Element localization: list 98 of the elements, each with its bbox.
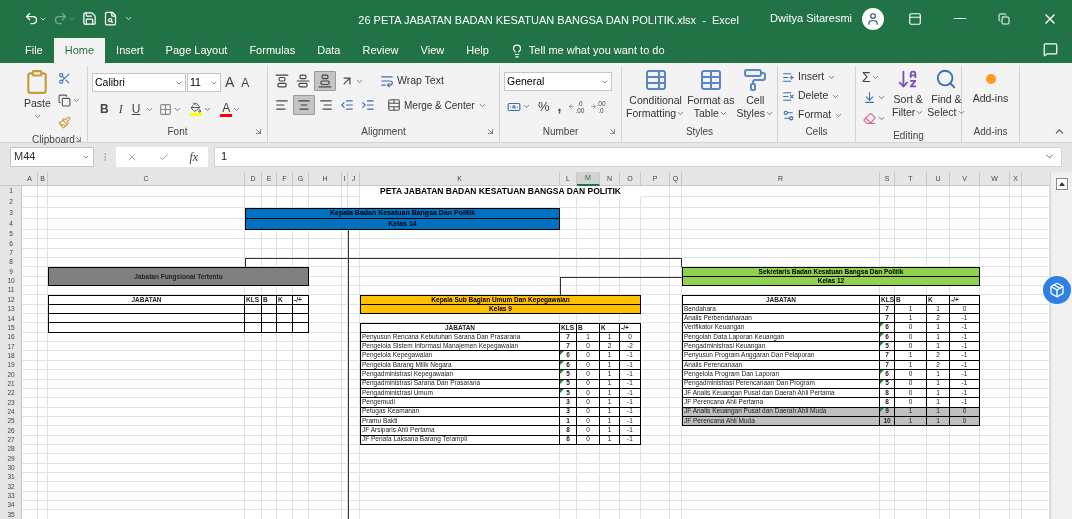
caret-icon bbox=[718, 109, 728, 118]
font-color-button[interactable]: A bbox=[217, 101, 245, 117]
add-ins-button[interactable]: Add-ins bbox=[966, 68, 1015, 107]
merge-cells-icon bbox=[387, 98, 401, 112]
ribbon-tab[interactable]: Formulas bbox=[238, 38, 307, 63]
ribbon-tab[interactable]: Data bbox=[306, 38, 352, 63]
ribbon-tab[interactable]: File bbox=[14, 38, 54, 63]
caret-icon bbox=[676, 109, 686, 118]
sheet-title: PETA JABATAN BADAN KESATUAN BANGSA DAN POLITIK bbox=[360, 186, 641, 197]
avatar-icon[interactable] bbox=[862, 7, 884, 30]
grow-font-button[interactable]: A bbox=[222, 72, 238, 93]
delete-button[interactable]: Delete bbox=[782, 87, 844, 105]
undo-icon bbox=[24, 11, 39, 26]
undo-button[interactable] bbox=[24, 11, 47, 26]
box-icon bbox=[1049, 282, 1065, 298]
group-label: Alignment bbox=[361, 124, 406, 139]
number-format-dropdown[interactable]: General bbox=[504, 72, 612, 91]
ribbon-tab[interactable]: Home bbox=[53, 38, 106, 63]
save-icon bbox=[82, 11, 97, 26]
ribbon-tab[interactable]: View bbox=[409, 38, 456, 63]
underline-button[interactable]: U bbox=[128, 100, 144, 118]
ribbon-tab[interactable]: Insert bbox=[105, 38, 155, 63]
floating-button[interactable] bbox=[1043, 276, 1071, 304]
group-label: Styles bbox=[685, 124, 714, 139]
merge-center-button[interactable]: Merge & Center bbox=[385, 95, 489, 115]
customize-caret-icon[interactable] bbox=[124, 14, 133, 23]
window-title: 26 PETA JABATAN BADAN KESATUAN BANGSA DAN POLITIK.xlsx - Excel bbox=[358, 13, 739, 26]
align-icon bbox=[275, 98, 289, 112]
caret-icon bbox=[522, 102, 531, 111]
indent-icon bbox=[361, 98, 375, 112]
document-search-icon bbox=[103, 11, 118, 26]
group-label: Add-ins bbox=[973, 124, 1008, 139]
bold-button[interactable]: B bbox=[96, 100, 113, 118]
minimize-icon bbox=[954, 17, 966, 20]
caret-icon bbox=[765, 109, 775, 118]
paste-button[interactable]: Paste bbox=[24, 68, 51, 121]
font-family-dropdown[interactable]: Calibri bbox=[92, 73, 186, 92]
dialog-launcher-icon[interactable] bbox=[74, 135, 83, 144]
vertical-align-button[interactable] bbox=[314, 71, 336, 91]
vertical-scrollbar[interactable] bbox=[1050, 172, 1072, 519]
grid-icon bbox=[159, 102, 173, 116]
group-label: Number bbox=[542, 124, 579, 139]
comment-icon[interactable] bbox=[1043, 42, 1058, 57]
comma-button[interactable]: , bbox=[553, 96, 566, 117]
ribbon-display-button[interactable] bbox=[908, 11, 922, 26]
dialog-launcher-icon[interactable] bbox=[608, 126, 617, 136]
arrow-icon bbox=[589, 103, 597, 110]
group-label: Cells bbox=[805, 125, 828, 139]
conditional-formatting-button[interactable]: Conditional Formatting bbox=[626, 68, 686, 120]
format-as-table-button[interactable]: Format as Table bbox=[687, 68, 735, 120]
italic-button[interactable]: I bbox=[114, 100, 127, 118]
align-icon bbox=[318, 74, 332, 88]
copy-icon bbox=[57, 93, 71, 107]
restore-button[interactable] bbox=[998, 12, 1010, 25]
search-icon bbox=[935, 68, 958, 90]
formula-field[interactable]: 1 bbox=[214, 146, 1062, 167]
ribbon-tab[interactable]: Page Layout bbox=[154, 38, 239, 63]
shrink-font-button[interactable]: A bbox=[238, 73, 253, 92]
dialog-launcher-icon[interactable] bbox=[254, 126, 263, 136]
group-label: Editing bbox=[893, 129, 924, 143]
caret-icon bbox=[956, 108, 966, 117]
redo-icon bbox=[53, 11, 68, 26]
insert-button[interactable]: Insert bbox=[782, 68, 844, 86]
scroll-up-button[interactable] bbox=[1055, 178, 1068, 190]
percent-button[interactable]: % bbox=[535, 96, 553, 117]
align-icon bbox=[297, 98, 311, 112]
scissors-icon bbox=[57, 71, 71, 85]
save-button[interactable] bbox=[82, 11, 97, 26]
sort-filter-button[interactable]: Sort & Filter bbox=[892, 68, 925, 119]
paintbrush-icon bbox=[57, 115, 71, 129]
ribbon-tab[interactable]: Review bbox=[351, 38, 410, 63]
fill-down-icon bbox=[863, 90, 876, 104]
eraser-icon bbox=[863, 111, 876, 125]
insert-function-button[interactable]: fx bbox=[189, 147, 199, 166]
autosum-button[interactable]: Σ bbox=[860, 68, 889, 86]
caret-icon bbox=[915, 108, 925, 117]
tell-me-field[interactable]: Tell me what you want to do bbox=[528, 42, 709, 59]
dialog-launcher-icon[interactable] bbox=[486, 126, 495, 136]
wrap-text-button[interactable]: Wrap Text bbox=[378, 71, 446, 91]
group-label: Clipboard bbox=[32, 133, 75, 147]
cell-styles-button[interactable]: Cell Styles bbox=[736, 68, 775, 120]
group-label: Font bbox=[167, 124, 188, 139]
align-icon bbox=[319, 98, 333, 112]
name-box[interactable]: M44 bbox=[10, 146, 94, 167]
align-icon bbox=[296, 74, 310, 88]
format-button[interactable]: Format bbox=[782, 106, 844, 124]
paint-bucket-icon bbox=[190, 102, 203, 116]
arrow-icon bbox=[568, 103, 576, 110]
restore-icon bbox=[998, 12, 1010, 25]
outdent-icon bbox=[340, 98, 354, 112]
find-select-button[interactable]: Find & Select bbox=[927, 68, 966, 119]
panel-icon bbox=[908, 11, 922, 26]
align-icon bbox=[275, 74, 289, 88]
print-preview-button[interactable] bbox=[103, 11, 118, 26]
user-name: Dwitya Sitaresmi bbox=[770, 11, 852, 27]
font-size-dropdown[interactable]: 11 bbox=[187, 73, 221, 92]
ribbon-tab[interactable]: Help bbox=[455, 38, 500, 63]
wrap-text-icon bbox=[380, 74, 394, 88]
